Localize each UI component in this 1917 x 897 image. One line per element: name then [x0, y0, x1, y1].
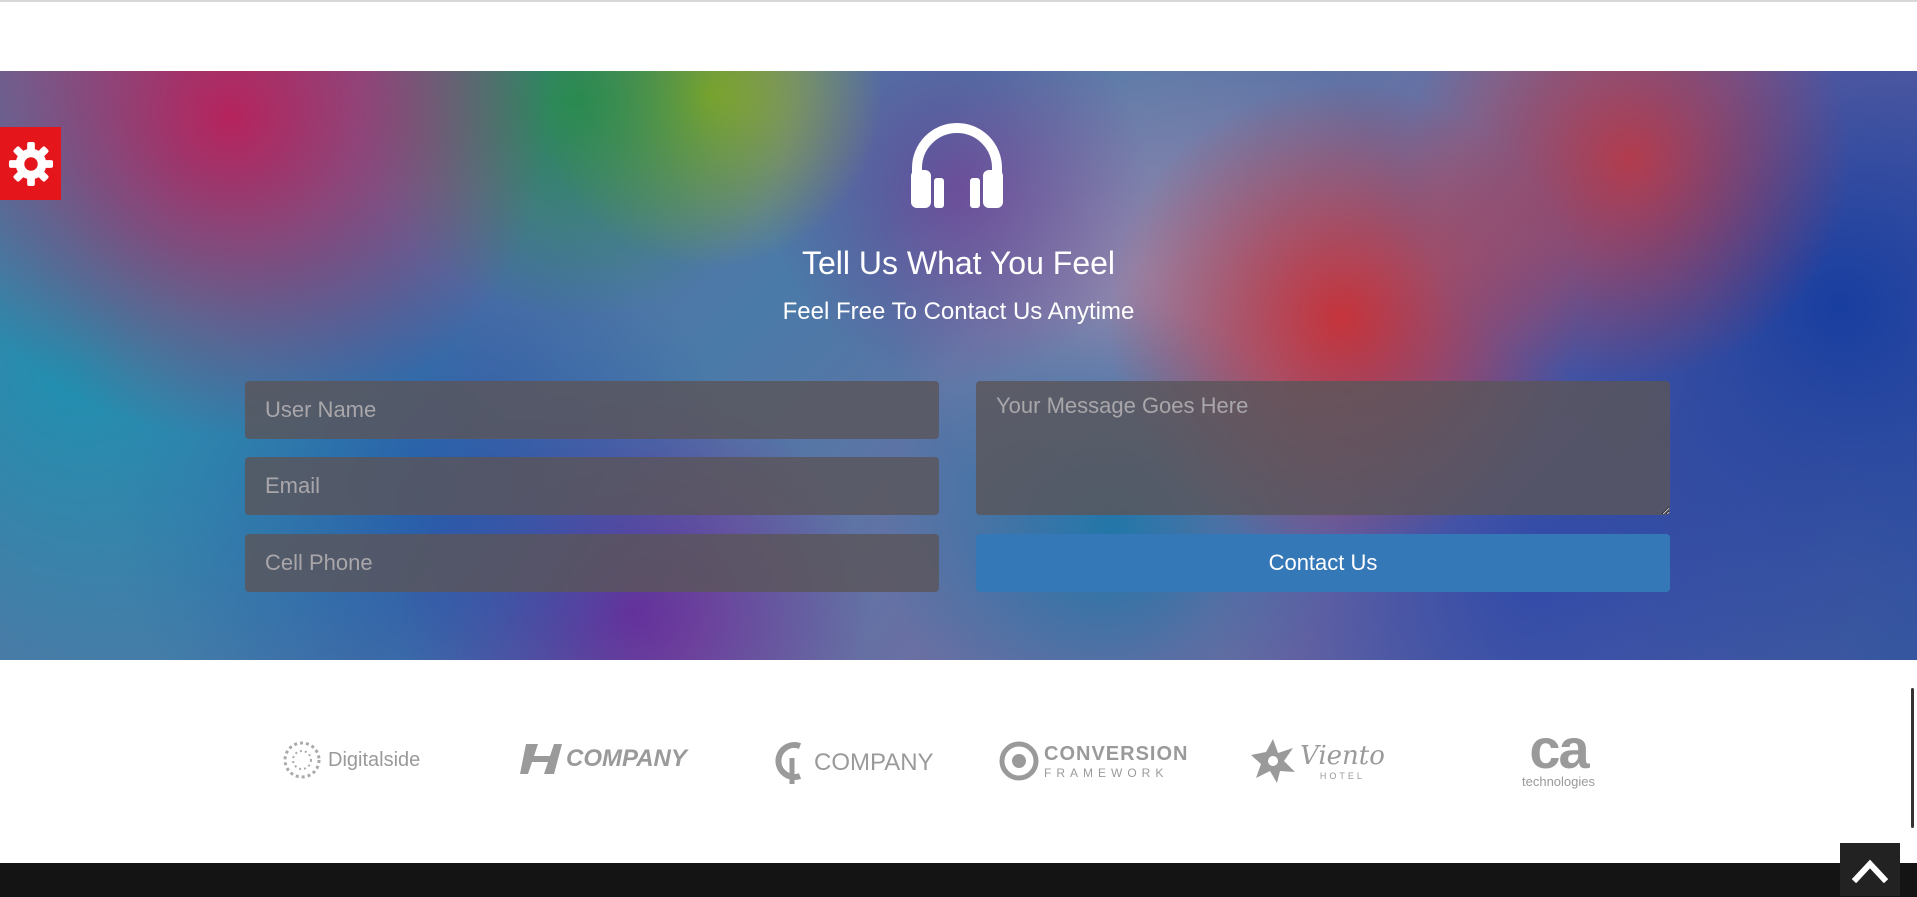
logo-text: Digitalside — [328, 748, 421, 771]
cell-phone-input[interactable] — [245, 534, 939, 592]
logo-subtext: FRAMEWORK — [1044, 765, 1169, 780]
contact-us-button[interactable]: Contact Us — [976, 534, 1670, 592]
logo-company-one[interactable]: COMPANY — [520, 742, 687, 776]
section-subtitle: Feel Free To Contact Us Anytime — [782, 298, 1135, 325]
logo-conversion-framework[interactable]: CONVERSION FRAMEWORK — [998, 740, 1188, 782]
company-mark-icon — [520, 744, 562, 774]
settings-toggle-button[interactable] — [0, 127, 61, 200]
chevron-up-icon — [1852, 859, 1888, 883]
header-spacer — [0, 2, 1917, 71]
logo-ca-technologies[interactable]: ca technologies — [1522, 717, 1595, 790]
company-c-icon — [775, 742, 802, 784]
logo-text: Viento — [1300, 741, 1385, 771]
page-scrollbar[interactable] — [1911, 688, 1914, 828]
logo-text: COMPANY — [814, 749, 934, 776]
email-input[interactable] — [245, 457, 939, 515]
gear-icon — [8, 141, 53, 186]
star-badge-icon — [1251, 739, 1295, 783]
message-textarea[interactable] — [976, 381, 1670, 515]
logo-text: ca — [1529, 717, 1589, 780]
client-logos-strip: Digitalside COMPANY COMPANY CONVERSION F… — [0, 660, 1917, 863]
conversion-ring-icon — [999, 741, 1039, 781]
headphones-icon — [911, 123, 1003, 208]
username-input[interactable] — [245, 381, 939, 439]
section-title: Tell Us What You Feel — [801, 245, 1116, 281]
digitalside-logo-icon — [283, 741, 321, 779]
logo-company-two[interactable]: COMPANY — [770, 738, 934, 788]
logo-digitalside[interactable]: Digitalside — [280, 740, 420, 780]
logo-viento-hotel[interactable]: Viento HOTEL — [1250, 738, 1385, 784]
logo-text: CONVERSION — [1044, 742, 1189, 765]
scroll-to-top-button[interactable] — [1840, 843, 1900, 896]
logo-text: COMPANY — [566, 745, 687, 772]
logo-subtext: HOTEL — [1319, 771, 1365, 781]
logo-subtext: technologies — [1522, 774, 1595, 789]
footer-bar — [0, 863, 1917, 897]
